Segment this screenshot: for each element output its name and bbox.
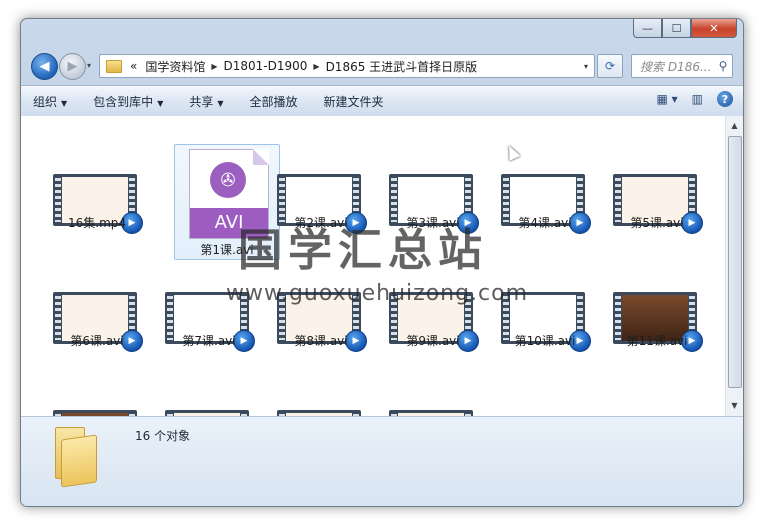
folder-icon <box>106 59 122 73</box>
organize-label: 组织 <box>33 94 58 109</box>
close-button[interactable]: ✕ <box>691 19 737 38</box>
chevron-down-icon: ▼ <box>157 98 164 108</box>
command-bar: 组织 ▼ 包含到库中 ▼ 共享 ▼ 全部播放 新建文件夹 ▦ ▾ ▥ ? <box>21 85 743 117</box>
search-input[interactable]: 搜索 D186... ⚲ <box>631 54 733 78</box>
file-item[interactable]: ▶ 第5课.avi <box>607 126 707 242</box>
address-bar[interactable]: « 国学资料馆 ▶ D1801-D1900 ▶ D1865 王进武斗首择日原版 … <box>99 54 595 78</box>
search-icon[interactable]: ⚲ <box>714 59 732 73</box>
breadcrumb-item[interactable]: D1865 王进武斗首择日原版 <box>322 58 482 75</box>
file-item[interactable]: ▶ 16集.mp4 <box>47 126 147 242</box>
change-view-icon[interactable]: ▦ ▾ <box>656 92 677 106</box>
scroll-up-icon[interactable]: ▲ <box>726 118 743 134</box>
help-icon[interactable]: ? <box>717 91 733 107</box>
arrow-left-icon: ◀ <box>39 59 50 74</box>
breadcrumb-separator-icon[interactable]: ▶ <box>209 62 219 71</box>
file-name: 第4课.avi <box>518 216 572 230</box>
file-item[interactable] <box>383 362 483 416</box>
address-dropdown-button[interactable]: ▾ <box>578 55 594 77</box>
file-name: 第11课.avi <box>626 334 688 348</box>
maximize-button[interactable]: ☐ <box>662 19 691 38</box>
include-library-label: 包含到库中 <box>93 94 154 109</box>
file-item[interactable]: ▶ 第4课.avi <box>495 126 595 242</box>
file-item[interactable]: ▶ 第11课.avi <box>607 244 707 360</box>
breadcrumb-item[interactable]: D1801-D1900 <box>220 59 312 73</box>
details-pane: 16 个对象 <box>21 416 743 506</box>
vertical-scrollbar[interactable]: ▲ ▼ <box>725 116 743 416</box>
refresh-icon: ⟳ <box>604 59 616 73</box>
watermark-text: 国学汇总站 <box>238 225 488 276</box>
refresh-button[interactable]: ⟳ <box>597 54 623 78</box>
arrow-right-icon: ▶ <box>67 59 78 74</box>
forward-button[interactable]: ▶ <box>59 53 86 80</box>
preview-pane-icon[interactable]: ▥ <box>692 92 703 106</box>
film-reel-icon: ✇ <box>210 162 246 198</box>
breadcrumb-item[interactable]: 国学资料馆 <box>141 58 209 75</box>
chevron-down-icon: ▼ <box>217 98 224 108</box>
view-controls: ▦ ▾ ▥ ? <box>656 91 733 107</box>
file-name: 16集.mp4 <box>67 216 127 230</box>
file-name: 第7课.avi <box>182 334 236 348</box>
file-item[interactable] <box>271 362 371 416</box>
file-item[interactable] <box>47 362 147 416</box>
file-item[interactable] <box>159 362 259 416</box>
page-fold <box>253 149 269 165</box>
file-name: 第6课.avi <box>70 334 124 348</box>
watermark-url: www.guoxuehuizong.com <box>226 281 529 306</box>
new-folder-button[interactable]: 新建文件夹 <box>312 93 398 110</box>
file-name: 第10课.avi <box>514 334 576 348</box>
organize-menu[interactable]: 组织 ▼ <box>21 93 81 110</box>
back-button[interactable]: ◀ <box>31 53 58 80</box>
breadcrumb-separator-icon[interactable]: ▶ <box>311 62 321 71</box>
play-all-button[interactable]: 全部播放 <box>238 93 312 110</box>
file-name: 第5课.avi <box>630 216 684 230</box>
caption-buttons: — ☐ ✕ <box>633 19 737 38</box>
chevron-down-icon: ▼ <box>61 98 68 108</box>
minimize-button[interactable]: — <box>633 19 662 38</box>
scroll-down-icon[interactable]: ▼ <box>726 398 743 414</box>
folder-icon <box>51 427 97 488</box>
search-placeholder: 搜索 D186... <box>640 59 712 74</box>
file-name: 第9课.avi <box>406 334 460 348</box>
file-name: 第8课.avi <box>294 334 348 348</box>
share-menu[interactable]: 共享 ▼ <box>177 93 237 110</box>
recent-pages-button[interactable]: ▾ <box>87 61 91 70</box>
file-item[interactable]: ▶ 第6课.avi <box>47 244 147 360</box>
item-count: 16 个对象 <box>135 429 191 443</box>
breadcrumb-overflow[interactable]: « <box>126 59 141 73</box>
address-row: ◀ ▶ ▾ « 国学资料馆 ▶ D1801-D1900 ▶ D1865 王进武斗… <box>21 49 743 85</box>
include-library-menu[interactable]: 包含到库中 ▼ <box>81 93 177 110</box>
share-label: 共享 <box>189 94 214 109</box>
scroll-thumb[interactable] <box>728 136 742 388</box>
